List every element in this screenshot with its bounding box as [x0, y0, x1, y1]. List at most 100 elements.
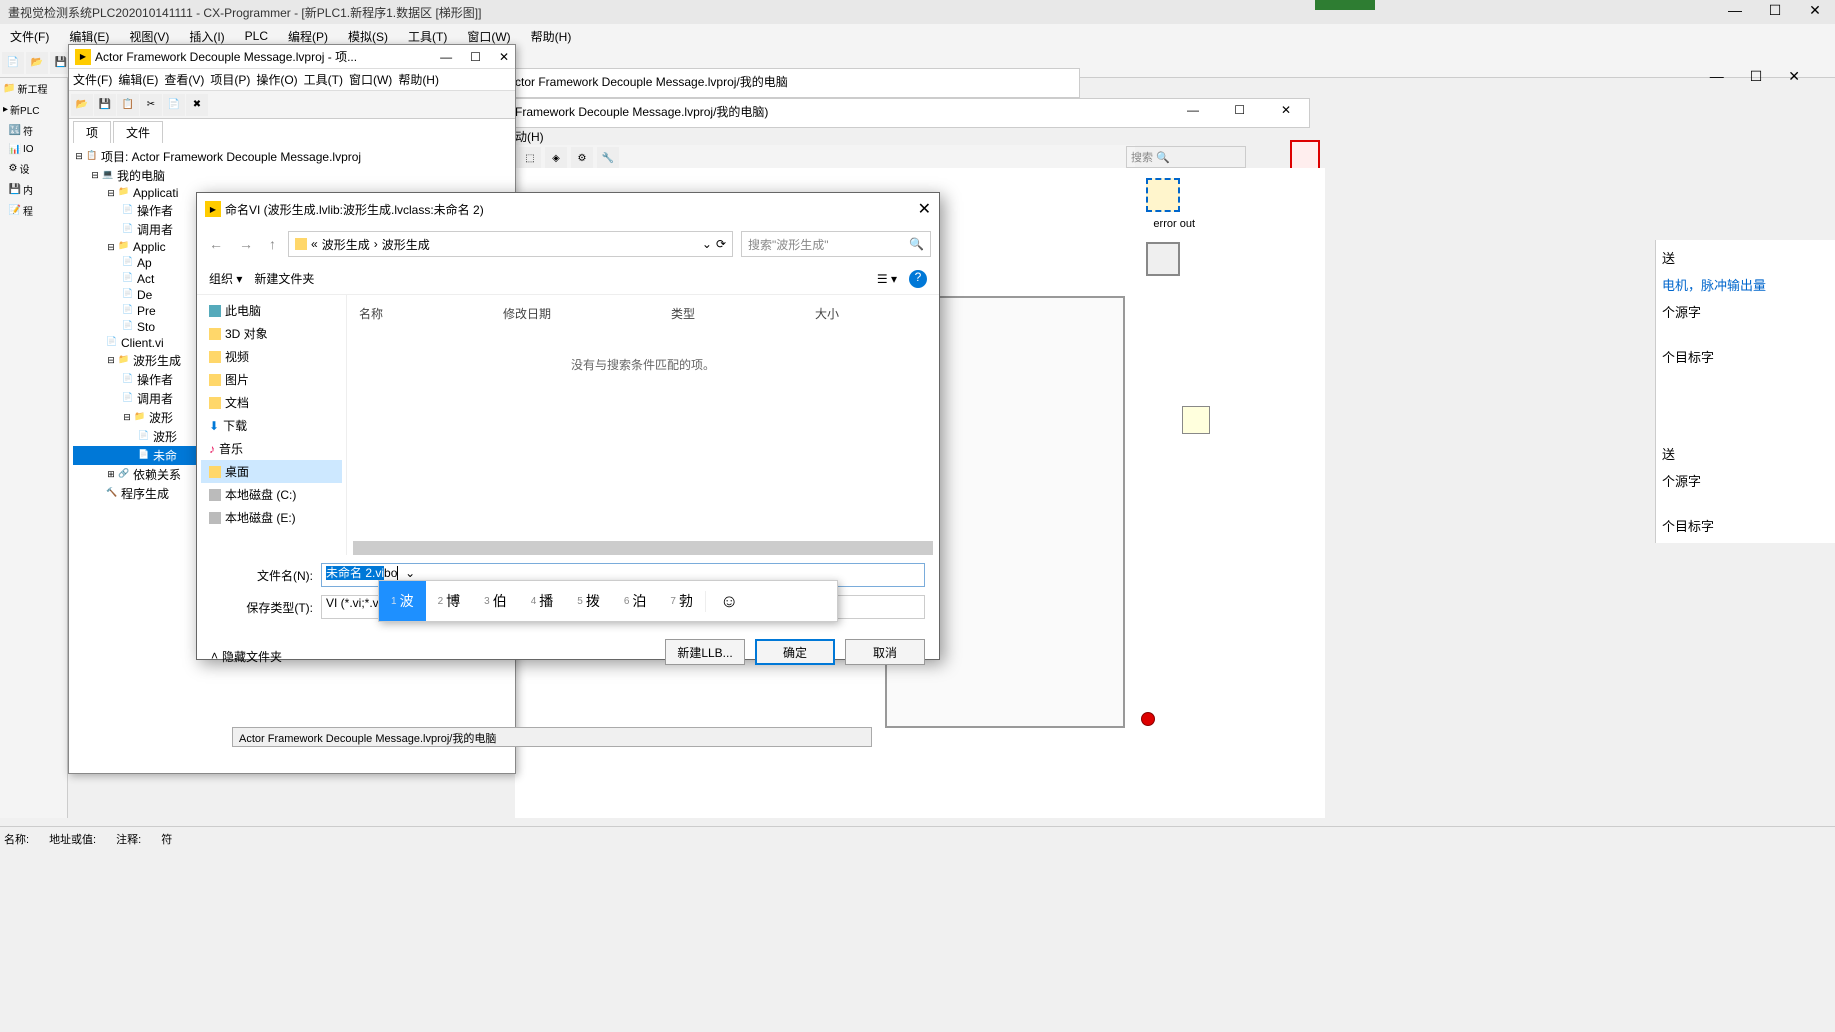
sd-close-button[interactable]: ✕ [918, 199, 931, 219]
side-desktop[interactable]: 桌面 [201, 460, 342, 483]
ime-cand-1[interactable]: 1波 [379, 581, 426, 621]
tool-open[interactable]: 📂 [26, 52, 48, 74]
block-node-2[interactable] [1146, 242, 1180, 276]
lvt-3[interactable]: 📋 [117, 94, 139, 116]
cancel-button[interactable]: 取消 [845, 639, 925, 665]
block-node-1[interactable] [1146, 178, 1180, 212]
sd-path-breadcrumb[interactable]: « 波形生成 › 波形生成 ⌄ ⟳ [288, 231, 733, 257]
sd-help-icon[interactable]: ? [909, 270, 927, 288]
sd-organize-button[interactable]: 组织 ▾ [209, 270, 242, 287]
block-node-3[interactable] [1182, 406, 1210, 434]
tool-new[interactable]: 📄 [2, 52, 24, 74]
sd-view-icon[interactable]: ☰ ▾ [877, 272, 897, 286]
menu-help[interactable]: 帮助(H) [525, 26, 578, 47]
lvm-op[interactable]: 操作(O) [256, 71, 297, 88]
hide-folders-toggle[interactable]: ˄ 隐藏文件夹 [197, 644, 296, 669]
col-date[interactable]: 修改日期 [503, 305, 551, 322]
nav-fwd-icon[interactable]: → [235, 236, 257, 252]
bg2-max[interactable]: ☐ [1234, 103, 1245, 117]
bgt-2[interactable]: ◈ [545, 147, 567, 169]
lvm-edit[interactable]: 编辑(E) [118, 71, 158, 88]
lvt-5[interactable]: 📄 [163, 94, 185, 116]
path-seg-1[interactable]: 波形生成 [322, 236, 370, 253]
minimize-button[interactable]: — [1715, 2, 1755, 22]
bg-stop-icon[interactable] [1290, 140, 1320, 170]
filename-drop-icon[interactable]: ⌄ [405, 566, 415, 580]
side-thispc[interactable]: 此电脑 [201, 299, 342, 322]
lv-min[interactable]: — [440, 50, 452, 64]
new-llb-button[interactable]: 新建LLB... [665, 639, 745, 665]
lv-close[interactable]: ✕ [499, 50, 509, 64]
col-name[interactable]: 名称 [359, 305, 383, 322]
side-cdrive[interactable]: 本地磁盘 (C:) [201, 483, 342, 506]
ime-cand-2[interactable]: 2博 [426, 581, 473, 621]
menu-file[interactable]: 文件(F) [4, 26, 55, 47]
ls-set[interactable]: ⚙ 设 [0, 158, 67, 179]
side-edrive[interactable]: 本地磁盘 (E:) [201, 506, 342, 529]
bg-search-input[interactable]: 搜索 🔍 [1126, 146, 1246, 168]
ime-candidate-bar[interactable]: 1波 2博 3伯 4播 5拨 6泊 7勃 ☺ [378, 580, 838, 622]
bg-help-menu[interactable]: 动(H) [515, 128, 544, 145]
col-size[interactable]: 大小 [815, 305, 839, 322]
bgt-1[interactable]: ⬚ [519, 147, 541, 169]
lvt-2[interactable]: 💾 [94, 94, 116, 116]
nav-up-icon[interactable]: ↑ [265, 236, 280, 252]
ok-button[interactable]: 确定 [755, 639, 835, 665]
stop-terminal-icon[interactable] [1141, 712, 1155, 726]
lv-titlebar[interactable]: ▶ Actor Framework Decouple Message.lvpro… [69, 45, 515, 69]
ls-prog[interactable]: 📝 程 [0, 200, 67, 221]
sd-filelist[interactable]: 名称 修改日期 类型 大小 没有与搜索条件匹配的项。 [347, 295, 939, 555]
close-button[interactable]: ✕ [1795, 2, 1835, 22]
ime-cand-5[interactable]: 5拨 [565, 581, 612, 621]
bgt-4[interactable]: 🔧 [597, 147, 619, 169]
path-dropdown-icon[interactable]: ⌄ [702, 237, 712, 251]
ime-emoji-button[interactable]: ☺ [705, 591, 752, 612]
maximize-button[interactable]: ☐ [1755, 2, 1795, 22]
ime-cand-3[interactable]: 3伯 [472, 581, 519, 621]
side-video[interactable]: 视频 [201, 345, 342, 368]
bottom-tab-label[interactable]: Actor Framework Decouple Message.lvproj/… [232, 727, 872, 747]
lv-max[interactable]: ☐ [470, 50, 481, 64]
bg-close[interactable]: ✕ [1788, 68, 1800, 85]
ls-mem[interactable]: 💾 内 [0, 179, 67, 200]
lvm-tool[interactable]: 工具(T) [304, 71, 343, 88]
side-down[interactable]: ⬇下载 [201, 414, 342, 437]
rp-2[interactable]: 电机，脉冲输出量 [1660, 271, 1831, 298]
lvt-6[interactable]: ✖ [186, 94, 208, 116]
bg2-min[interactable]: — [1187, 103, 1199, 117]
side-doc[interactable]: 文档 [201, 391, 342, 414]
ls-newproj[interactable]: 📁 新工程 [0, 78, 67, 99]
tree-mypc[interactable]: ⊟💻我的电脑 [73, 166, 511, 185]
lvm-proj[interactable]: 项目(P) [210, 71, 250, 88]
side-music[interactable]: ♪音乐 [201, 437, 342, 460]
bg2-close[interactable]: ✕ [1281, 103, 1291, 117]
lvm-win[interactable]: 窗口(W) [349, 71, 392, 88]
col-type[interactable]: 类型 [671, 305, 695, 322]
sd-newfolder-button[interactable]: 新建文件夹 [254, 270, 314, 287]
bg-max[interactable]: ☐ [1750, 68, 1763, 85]
ime-cand-7[interactable]: 7勃 [658, 581, 705, 621]
lvt-4[interactable]: ✂ [140, 94, 162, 116]
sd-sidebar[interactable]: 此电脑 3D 对象 视频 图片 文档 ⬇下载 ♪音乐 桌面 本地磁盘 (C:) … [197, 295, 347, 555]
lvt-1[interactable]: 📂 [71, 94, 93, 116]
bg-min[interactable]: — [1710, 68, 1724, 85]
lvm-file[interactable]: 文件(F) [73, 71, 112, 88]
sd-hscrollbar[interactable] [353, 541, 933, 555]
nav-back-icon[interactable]: ← [205, 236, 227, 252]
tree-root[interactable]: ⊟📋项目: Actor Framework Decouple Message.l… [73, 147, 511, 166]
sd-titlebar[interactable]: ▶ 命名VI (波形生成.lvlib:波形生成.lvclass:未命名 2) ✕ [197, 193, 939, 225]
ime-cand-4[interactable]: 4播 [519, 581, 566, 621]
lv-tab-items[interactable]: 项 [73, 121, 111, 143]
path-seg-2[interactable]: 波形生成 [382, 236, 430, 253]
ime-cand-6[interactable]: 6泊 [612, 581, 659, 621]
lv-tab-files[interactable]: 文件 [113, 121, 163, 143]
menu-plc[interactable]: PLC [239, 27, 274, 45]
ls-sym[interactable]: 🔣 符 [0, 120, 67, 141]
side-3d[interactable]: 3D 对象 [201, 322, 342, 345]
ls-io[interactable]: 📊 IO [0, 141, 67, 158]
side-pic[interactable]: 图片 [201, 368, 342, 391]
lvm-help[interactable]: 帮助(H) [398, 71, 439, 88]
sd-search-input[interactable]: 搜索"波形生成" 🔍 [741, 231, 931, 257]
bgt-3[interactable]: ⚙ [571, 147, 593, 169]
ls-newplc[interactable]: ▸ 新PLC [0, 99, 67, 120]
